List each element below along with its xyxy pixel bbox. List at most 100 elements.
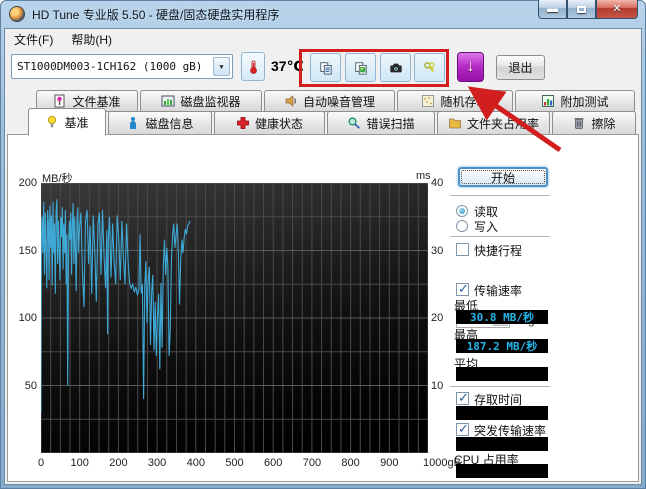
axis-tick-label: 0: [21, 457, 61, 469]
transfer-rate-checkbox[interactable]: [456, 283, 469, 296]
access-time-checkbox[interactable]: [456, 392, 469, 405]
extra-tests-icon: [541, 94, 555, 108]
tab-label: 随机存取: [440, 93, 488, 110]
folder-icon: [448, 116, 462, 130]
minimize-button[interactable]: ▬: [538, 0, 567, 19]
app-icon: [9, 6, 25, 22]
down-arrow-icon: ↓: [467, 58, 475, 76]
screenshot-button[interactable]: [380, 53, 411, 82]
tab-health[interactable]: 健康状态: [214, 111, 325, 135]
menu-file[interactable]: 文件(F): [5, 29, 62, 50]
menu-help[interactable]: 帮助(H): [62, 29, 121, 50]
tab-label: 擦除: [591, 115, 615, 132]
separator: [450, 195, 550, 196]
minimize-icon: ▬: [547, 4, 558, 15]
start-button[interactable]: 开始: [458, 167, 548, 187]
tab-label: 文件基准: [72, 93, 120, 110]
axis-tick-label: 400: [176, 457, 216, 469]
tab-label: 基准: [64, 114, 88, 131]
exit-label: 退出: [508, 59, 532, 76]
tab-label: 附加测试: [560, 93, 608, 110]
copy-text-button[interactable]: [310, 53, 341, 82]
tab-label: 文件夹占用率: [467, 115, 539, 132]
write-radio[interactable]: [456, 220, 468, 232]
copy-text-icon: [319, 61, 333, 75]
tab-extra-tests[interactable]: 附加测试: [515, 90, 635, 112]
magnifier-icon: [347, 116, 361, 130]
axis-tick-label: 100: [60, 457, 100, 469]
axis-tick-label: 100: [11, 312, 37, 324]
camera-icon: [389, 61, 403, 75]
transfer-rate-curve: [41, 199, 190, 412]
axis-tick-label: 50: [11, 380, 37, 392]
max-value-display: 187.2 MB/秒: [456, 339, 548, 353]
thermometer-icon: [246, 60, 260, 74]
tab-label: 错误扫描: [366, 115, 414, 132]
menu-bar: 文件(F) 帮助(H): [5, 29, 641, 50]
disk-monitor-icon: [161, 94, 175, 108]
trash-icon: [572, 116, 586, 130]
axis-tick-label: 800: [331, 457, 371, 469]
temperature-value: 37℃: [271, 58, 304, 75]
tab-disk-monitor[interactable]: 磁盘监视器: [140, 90, 262, 112]
avg-value-display: [456, 367, 548, 381]
close-icon: ✕: [612, 4, 621, 15]
maximize-icon: [577, 6, 586, 13]
burst-rate-display: [456, 437, 548, 451]
axis-tick-label: 200: [98, 457, 138, 469]
temperature-button[interactable]: [241, 52, 265, 81]
read-radio[interactable]: [456, 205, 468, 217]
benchmark-controls: 开始 读取 写入 快捷行程 40 ▲▼ gB 传输速率 最低 30.8 MB/秒: [442, 135, 562, 483]
app-window: HD Tune 专业版 5.50 - 硬盘/固态硬盘实用程序 ▬ ✕ 文件(F)…: [0, 0, 646, 489]
copy-image-button[interactable]: [345, 53, 376, 82]
close-button[interactable]: ✕: [596, 0, 638, 19]
benchmark-page: MB/秒 ms 20015010050403020100100200300400…: [7, 134, 639, 482]
window-title: HD Tune 专业版 5.50 - 硬盘/固态硬盘实用程序: [32, 6, 279, 23]
axis-tick-label: 500: [215, 457, 255, 469]
maximize-button[interactable]: [567, 0, 596, 19]
axis-tick-label: 150: [11, 245, 37, 257]
tab-label: 磁盘监视器: [180, 93, 240, 110]
tab-label: 自动噪音管理: [303, 93, 375, 110]
toolbar: ST1000DM003-1CH162 (1000 gB) ▼ 37℃ ↓ 退出: [5, 50, 641, 90]
tab-label: 磁盘信息: [145, 115, 193, 132]
person-info-icon: [126, 116, 140, 130]
client-area: 文件(F) 帮助(H) ST1000DM003-1CH162 (1000 gB)…: [4, 28, 642, 485]
benchmark-chart: MB/秒 ms 20015010050403020100100200300400…: [8, 135, 453, 465]
tab-label: 健康状态: [255, 115, 303, 132]
short-stroke-label: 快捷行程: [474, 242, 522, 259]
axis-tick-label: 900: [369, 457, 409, 469]
axis-tick-label: 200: [11, 177, 37, 189]
axis-tick-label: 700: [292, 457, 332, 469]
health-cross-icon: [236, 116, 250, 130]
chevron-down-icon[interactable]: ▼: [213, 57, 230, 76]
chart-plot: [41, 183, 428, 453]
min-value-display: 30.8 MB/秒: [456, 310, 548, 324]
tab-aam[interactable]: 自动噪音管理: [264, 90, 395, 112]
tab-error-scan[interactable]: 错误扫描: [327, 111, 435, 135]
tab-disk-info[interactable]: 磁盘信息: [108, 111, 212, 135]
exit-button[interactable]: 退出: [496, 55, 545, 80]
tab-benchmark[interactable]: 基准: [28, 108, 106, 136]
cpu-usage-display: [456, 464, 548, 478]
burst-rate-checkbox[interactable]: [456, 423, 469, 436]
keys-icon: [423, 61, 437, 75]
access-time-display: [456, 406, 548, 420]
tab-folder-usage[interactable]: 文件夹占用率: [437, 111, 550, 135]
save-results-button[interactable]: ↓: [457, 52, 484, 82]
title-bar[interactable]: HD Tune 专业版 5.50 - 硬盘/固态硬盘实用程序 ▬ ✕: [0, 0, 646, 28]
options-button[interactable]: [414, 53, 445, 82]
tab-random-access[interactable]: 随机存取: [397, 90, 513, 112]
tab-erase[interactable]: 擦除: [552, 111, 636, 135]
axis-tick-label: 300: [137, 457, 177, 469]
axis-tick-label: 600: [253, 457, 293, 469]
short-stroke-checkbox[interactable]: [456, 243, 469, 256]
speaker-icon: [284, 94, 298, 108]
separator: [450, 386, 550, 387]
separator: [450, 236, 550, 237]
drive-select[interactable]: ST1000DM003-1CH162 (1000 gB) ▼: [11, 54, 233, 79]
lamp-icon: [45, 115, 59, 129]
transfer-rate-label: 传输速率: [474, 282, 522, 299]
write-label: 写入: [474, 218, 498, 235]
file-benchmark-icon: [53, 94, 67, 108]
